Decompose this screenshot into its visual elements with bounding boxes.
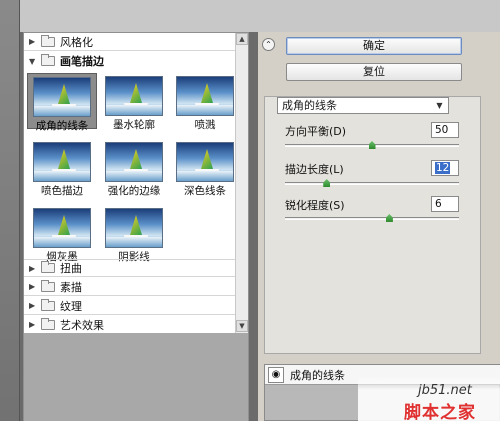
category-texture[interactable]: ▶ 纹理 [24, 297, 236, 315]
category-label: 扭曲 [60, 262, 82, 275]
expand-arrow-icon[interactable]: ▶ [24, 264, 38, 273]
direction-balance-label: 方向平衡(D) [285, 125, 347, 138]
filter-list: ▶ 风格化 ▼ 画笔描边 成角的线条 墨水轮廓 喷溅 喷色描边 强化的边缘 深色… [24, 33, 236, 334]
watermark-name: 脚本之家 [404, 403, 476, 421]
thumbnail-image [33, 77, 91, 117]
top-bar [0, 0, 500, 32]
thumbnail-image [105, 76, 163, 116]
thumbnail-image [105, 142, 163, 182]
expand-arrow-icon[interactable]: ▶ [24, 301, 38, 310]
category-label: 素描 [60, 280, 82, 294]
category-artistic[interactable]: ▶ 艺术效果 [24, 316, 236, 334]
thumbnail-label: 喷溅 [194, 119, 216, 131]
category-sketch[interactable]: ▶ 素描 [24, 278, 236, 296]
filter-select-value: 成角的线条 [282, 99, 337, 112]
filter-gallery-panel: ▶ 风格化 ▼ 画笔描边 成角的线条 墨水轮廓 喷溅 喷色描边 强化的边缘 深色… [23, 32, 249, 421]
expand-arrow-icon[interactable]: ▶ [24, 282, 38, 291]
sharpness-input[interactable]: 6 [431, 196, 459, 212]
slider-thumb[interactable] [385, 214, 393, 222]
thumb-angled-strokes[interactable]: 成角的线条 [27, 73, 97, 132]
folder-icon [41, 261, 55, 273]
thumbnail-label: 成角的线条 [35, 120, 89, 132]
filter-settings: 成角的线条 ▼ 方向平衡(D) 50 描边长度(L) 12 锐化程度(S) 6 [264, 96, 481, 354]
category-distort[interactable]: ▶ 扭曲 [24, 259, 236, 277]
double-chevron-up-icon[interactable]: ⌃ [262, 38, 275, 51]
thumb-ink-outlines[interactable]: 墨水轮廓 [99, 73, 169, 131]
category-label: 艺术效果 [60, 318, 104, 332]
effect-layer-label: 成角的线条 [290, 368, 345, 382]
stroke-length-slider[interactable] [285, 179, 459, 187]
watermark-url: jb51.net [418, 383, 472, 398]
thumb-sumi-e[interactable]: 烟灰墨 [27, 205, 97, 263]
eye-icon[interactable]: ◉ [268, 366, 284, 383]
slider-thumb[interactable] [368, 141, 376, 149]
filter-select[interactable]: 成角的线条 ▼ [277, 97, 449, 114]
thumbnail-label: 喷色描边 [41, 185, 83, 197]
folder-icon [41, 34, 55, 47]
thumb-sprayed-strokes[interactable]: 喷色描边 [27, 139, 97, 197]
scroll-down-icon[interactable]: ▼ [236, 320, 248, 332]
slider-thumb[interactable] [323, 179, 331, 187]
reset-button[interactable]: 复位 [286, 63, 462, 81]
expand-arrow-icon[interactable]: ▶ [24, 37, 38, 46]
folder-icon [41, 317, 55, 330]
folder-icon [41, 298, 55, 311]
filter-panel-empty-area [24, 333, 248, 421]
folder-icon [41, 279, 55, 292]
folder-open-icon [41, 54, 55, 66]
stroke-length-input[interactable]: 12 [431, 160, 459, 176]
sharpness-label: 锐化程度(S) [285, 199, 345, 212]
category-label: 画笔描边 [60, 55, 104, 68]
thumbnail-label: 墨水轮廓 [113, 119, 155, 131]
collapse-arrow-icon[interactable]: ▼ [24, 57, 38, 66]
thumb-dark-strokes[interactable]: 深色线条 [170, 139, 240, 197]
category-stylize[interactable]: ▶ 风格化 [24, 33, 236, 51]
thumbnail-image [33, 208, 91, 248]
direction-balance-input[interactable]: 50 [431, 122, 459, 138]
ok-button[interactable]: 确定 [286, 37, 462, 55]
stroke-length-label: 描边长度(L) [285, 163, 344, 176]
category-label: 纹理 [60, 299, 82, 313]
thumbnail-image [105, 208, 163, 248]
thumb-spatter[interactable]: 喷溅 [170, 73, 240, 131]
left-strip [0, 0, 20, 421]
thumbnail-label: 深色线条 [184, 185, 226, 197]
chevron-down-icon[interactable]: ▼ [433, 99, 446, 112]
filter-list-scrollbar[interactable]: ▲ ▼ [235, 33, 248, 333]
thumbnail-image [176, 76, 234, 116]
scroll-up-icon[interactable]: ▲ [236, 33, 248, 45]
direction-balance-slider[interactable] [285, 141, 459, 149]
thumbnail-label: 强化的边缘 [107, 185, 161, 197]
expand-arrow-icon[interactable]: ▶ [24, 320, 38, 329]
thumb-crosshatch[interactable]: 阴影线 [99, 205, 169, 263]
category-brush-strokes[interactable]: ▼ 画笔描边 [24, 52, 236, 70]
thumb-accented-edges[interactable]: 强化的边缘 [99, 139, 169, 197]
category-label: 风格化 [60, 35, 93, 49]
thumbnail-image [176, 142, 234, 182]
sharpness-slider[interactable] [285, 214, 459, 222]
thumbnail-image [33, 142, 91, 182]
